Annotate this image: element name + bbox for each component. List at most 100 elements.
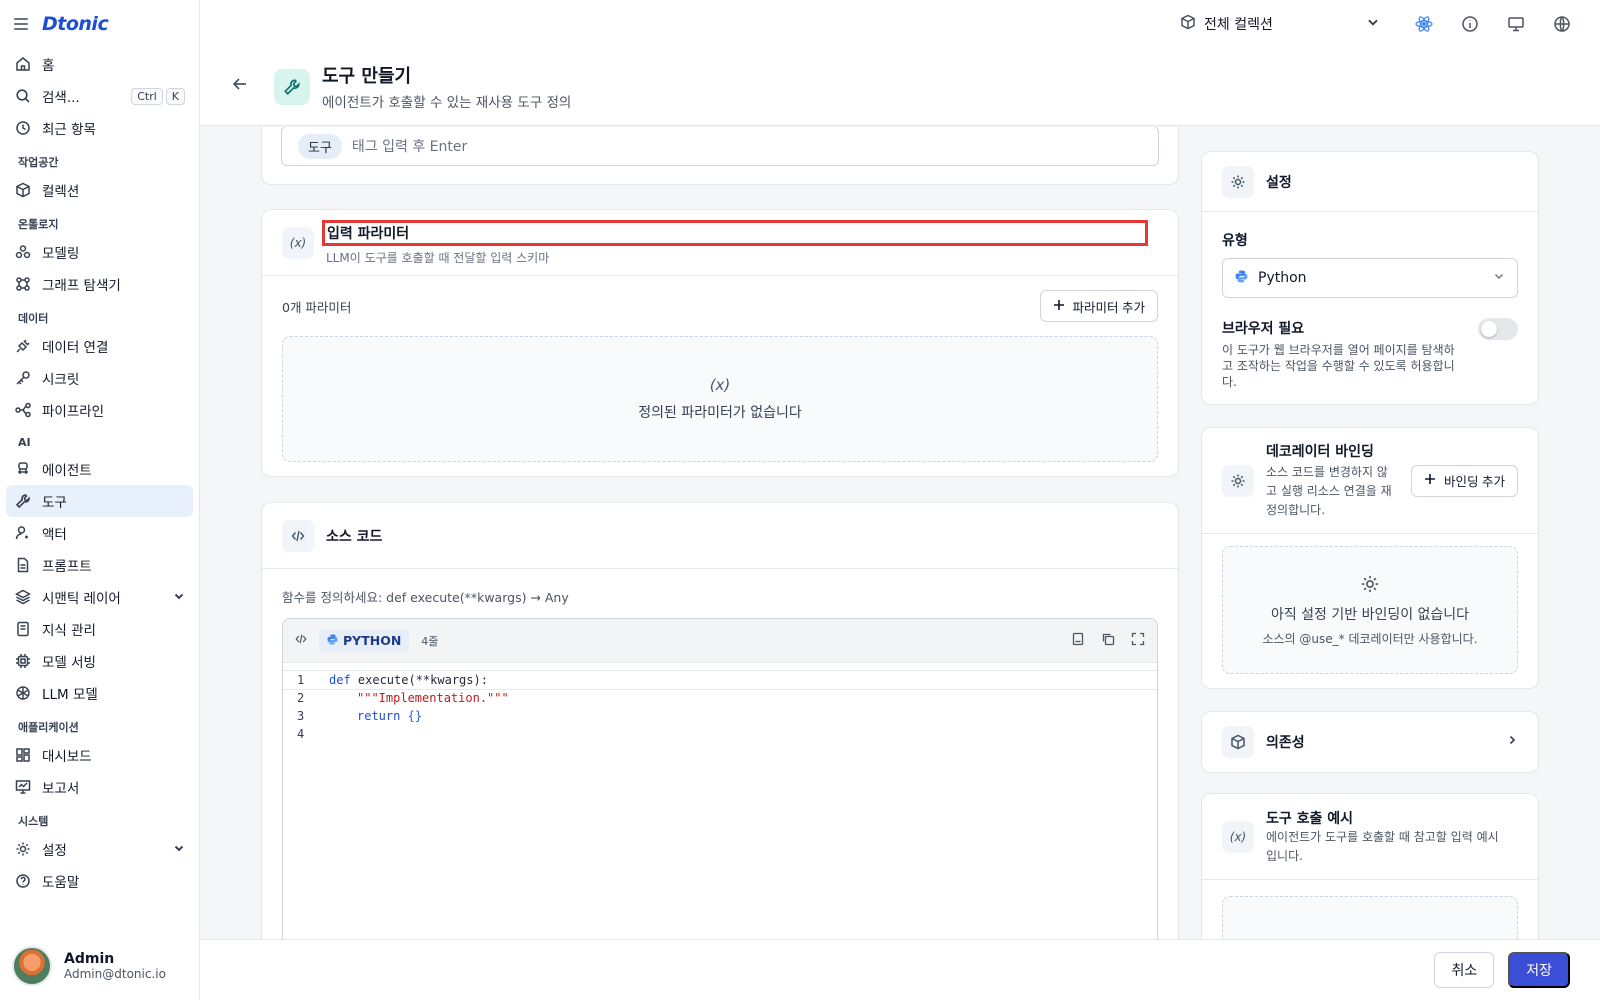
sidebar-item-llm-model[interactable]: LLM 모델 xyxy=(6,677,193,709)
variable-icon: (x) xyxy=(282,226,314,259)
sidebar-item-label: 그래프 탐색기 xyxy=(42,278,121,294)
type-select[interactable]: Python xyxy=(1222,258,1518,298)
python-icon xyxy=(327,633,338,648)
robot-icon xyxy=(14,460,32,478)
wrench-icon xyxy=(14,492,32,510)
code-editor-toolbar: PYTHON 4줄 xyxy=(283,619,1157,663)
tool-call-example-header: (x) 도구 호출 예시 에이전트가 도구를 호출할 때 참고할 입력 예시입니… xyxy=(1202,794,1538,880)
info-icon[interactable] xyxy=(1460,14,1480,34)
sidebar-item-prompt[interactable]: 프롬프트 xyxy=(6,549,193,581)
type-select-value: Python xyxy=(1258,270,1307,286)
sidebar-item-knowledge[interactable]: 지식 관리 xyxy=(6,613,193,645)
clock-icon xyxy=(14,119,32,137)
add-binding-button[interactable]: 바인딩 추가 xyxy=(1411,464,1518,497)
collection-selector[interactable]: 전체 컬렉션 xyxy=(1180,14,1380,34)
gear-icon xyxy=(1222,464,1254,497)
parameters-empty-state: (x) 정의된 파라미터가 없습니다 xyxy=(282,336,1158,462)
code-text: {} xyxy=(407,709,423,723)
sidebar-item-graph-explorer[interactable]: 그래프 탐색기 xyxy=(6,268,193,300)
format-icon[interactable] xyxy=(1071,632,1085,650)
brand-logo[interactable]: Dtonic xyxy=(42,13,109,35)
code-editor[interactable]: PYTHON 4줄 1 def execute(**kwargs): 2 """Im… xyxy=(282,618,1158,939)
chevron-down-icon[interactable] xyxy=(173,842,185,857)
react-icon[interactable] xyxy=(1414,14,1434,34)
tag-input[interactable]: 도구 태그 입력 후 Enter xyxy=(281,127,1159,166)
search-icon xyxy=(14,87,32,105)
add-binding-label: 바인딩 추가 xyxy=(1444,475,1505,489)
brand-bar: Dtonic xyxy=(0,0,199,48)
sidebar-item-modeling[interactable]: 모델링 xyxy=(6,236,193,268)
dependencies-card[interactable]: 의존성 xyxy=(1201,711,1539,773)
shortcut-key-k: K xyxy=(165,87,185,105)
line-count: 4줄 xyxy=(421,634,439,648)
tags-card: 도구 태그 입력 후 Enter xyxy=(261,127,1179,185)
tag-chip[interactable]: 도구 xyxy=(298,133,342,159)
dashboard-icon xyxy=(14,746,32,764)
hamburger-menu-icon[interactable] xyxy=(14,18,28,30)
sidebar-item-report[interactable]: 보고서 xyxy=(6,771,193,803)
sidebar-item-label: 액터 xyxy=(42,527,67,543)
binding-empty-main: 아직 설정 기반 바인딩이 없습니다 xyxy=(1270,606,1470,623)
sidebar-item-secrets[interactable]: 시크릿 xyxy=(6,362,193,394)
monitor-icon[interactable] xyxy=(1506,14,1526,34)
sidebar-item-label: 시맨틱 레이어 xyxy=(42,591,121,607)
sidebar-item-label: 최근 항목 xyxy=(42,122,96,138)
tool-call-example-desc: 에이전트가 도구를 호출할 때 참고할 입력 예시입니다. xyxy=(1266,829,1499,863)
sidebar-item-pipeline[interactable]: 파이프라인 xyxy=(6,394,193,426)
parameter-count: 0개 파라미터 xyxy=(282,299,352,315)
user-profile[interactable]: Admin Admin@dtonic.io xyxy=(12,946,166,986)
sidebar-item-semantic-layer[interactable]: 시맨틱 레이어 xyxy=(6,581,193,613)
sidebar-item-recent[interactable]: 최근 항목 xyxy=(6,112,193,144)
sidebar-item-label: 에이전트 xyxy=(42,463,92,479)
sidebar-item-data-connection[interactable]: 데이터 연결 xyxy=(6,330,193,362)
sidebar-item-model-serving[interactable]: 모델 서빙 xyxy=(6,645,193,677)
back-arrow-icon[interactable] xyxy=(232,76,254,97)
source-code-title: 소스 코드 xyxy=(326,528,383,545)
globe-icon[interactable] xyxy=(1552,14,1572,34)
browser-required-row: 브라우저 필요 이 도구가 웹 브라우저를 열어 페이지를 탐색하고 조작하는 … xyxy=(1202,298,1538,390)
sidebar-item-label: 지식 관리 xyxy=(42,623,96,639)
top-bar: 전체 컬렉션 xyxy=(200,0,1600,48)
plus-icon xyxy=(1053,299,1065,314)
binding-empty-sub: 소스의 @use_* 데코레이터만 사용합니다. xyxy=(1262,631,1478,646)
code-line: 2 """Implementation.""" xyxy=(297,691,509,705)
sidebar-item-label: 프롬프트 xyxy=(42,559,92,575)
gear-icon xyxy=(1360,574,1380,598)
sidebar-item-home[interactable]: 홈 xyxy=(6,48,193,80)
save-button[interactable]: 저장 xyxy=(1508,952,1570,988)
sidebar-item-agent[interactable]: 에이전트 xyxy=(6,453,193,485)
plug-icon xyxy=(14,337,32,355)
parameters-empty-text: 정의된 파라미터가 없습니다 xyxy=(638,405,802,421)
sidebar-item-collection[interactable]: 컬렉션 xyxy=(6,174,193,206)
sidebar-item-tool[interactable]: 도구 xyxy=(6,485,193,517)
code-body[interactable]: 1 def execute(**kwargs): 2 """Implementati… xyxy=(283,663,1157,743)
language-label: PYTHON xyxy=(343,633,402,648)
shortcut-key-ctrl: Ctrl xyxy=(131,87,163,105)
sidebar-item-search[interactable]: 검색... Ctrl K xyxy=(6,80,193,112)
add-parameter-label: 파라미터 추가 xyxy=(1072,300,1145,315)
fullscreen-icon[interactable] xyxy=(1131,632,1145,650)
code-string: """Implementation.""" xyxy=(357,691,509,705)
settings-title: 설정 xyxy=(1266,174,1292,191)
footer-actions: 취소 저장 xyxy=(200,939,1600,1000)
input-parameters-title: 입력 파라미터 xyxy=(322,219,1148,246)
source-code-card: 소스 코드 함수를 정의하세요: def execute(**kwargs) →… xyxy=(261,502,1179,939)
sidebar-item-actor[interactable]: 액터 xyxy=(6,517,193,549)
graph-icon xyxy=(14,275,32,293)
sidebar-item-settings[interactable]: 설정 xyxy=(6,833,193,865)
sidebar-item-help[interactable]: 도움말 xyxy=(6,865,193,897)
copy-icon[interactable] xyxy=(1101,632,1115,650)
cancel-button[interactable]: 취소 xyxy=(1434,952,1495,988)
chevron-down-icon[interactable] xyxy=(173,590,185,605)
sidebar-item-dashboard[interactable]: 대시보드 xyxy=(6,739,193,771)
browser-required-title: 브라우저 필요 xyxy=(1222,321,1305,337)
section-label-data: 데이터 xyxy=(18,312,49,325)
variable-icon: (x) xyxy=(1222,820,1254,853)
section-label-ai: AI xyxy=(18,436,31,449)
type-label: 유형 xyxy=(1222,233,1248,249)
add-parameter-button[interactable]: 파라미터 추가 xyxy=(1039,290,1158,322)
cube-icon xyxy=(14,181,32,199)
browser-required-toggle[interactable] xyxy=(1478,318,1518,340)
language-badge: PYTHON xyxy=(319,629,410,652)
user-gear-icon xyxy=(14,524,32,542)
